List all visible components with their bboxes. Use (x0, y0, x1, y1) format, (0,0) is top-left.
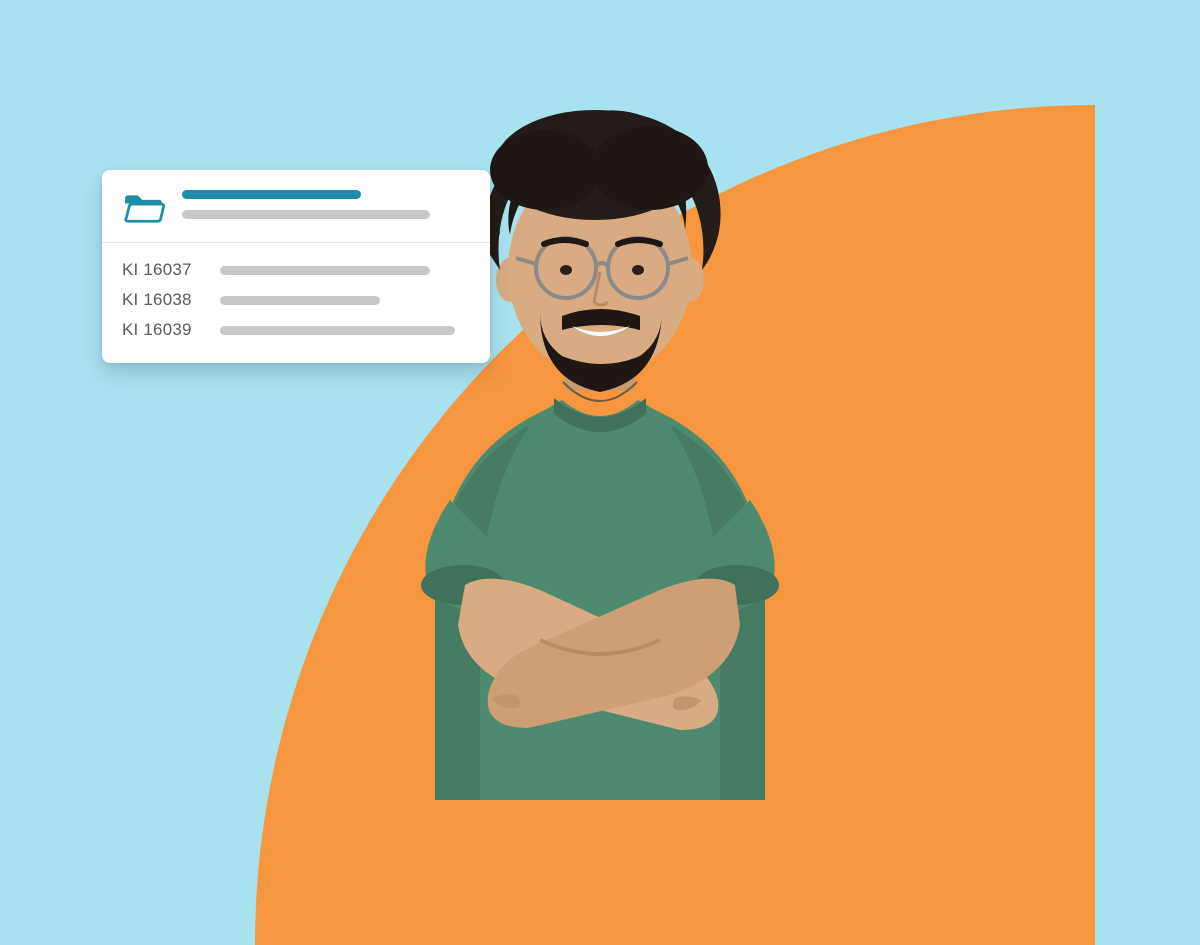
id-row: KI 16039 (122, 315, 470, 345)
id-label: KI 16038 (122, 290, 200, 310)
id-card-title-block (182, 188, 470, 219)
id-card-body: KI 16037 KI 16038 KI 16039 (102, 243, 490, 363)
id-card: KI 16037 KI 16038 KI 16039 (102, 170, 490, 363)
folder-open-icon (122, 190, 166, 226)
value-placeholder (220, 266, 430, 275)
value-placeholder (220, 296, 380, 305)
id-label: KI 16039 (122, 320, 200, 340)
title-placeholder (182, 190, 361, 199)
id-card-header (102, 170, 490, 242)
id-row: KI 16037 (122, 255, 470, 285)
subtitle-placeholder (182, 210, 430, 219)
id-row: KI 16038 (122, 285, 470, 315)
id-label: KI 16037 (122, 260, 200, 280)
value-placeholder (220, 326, 455, 335)
